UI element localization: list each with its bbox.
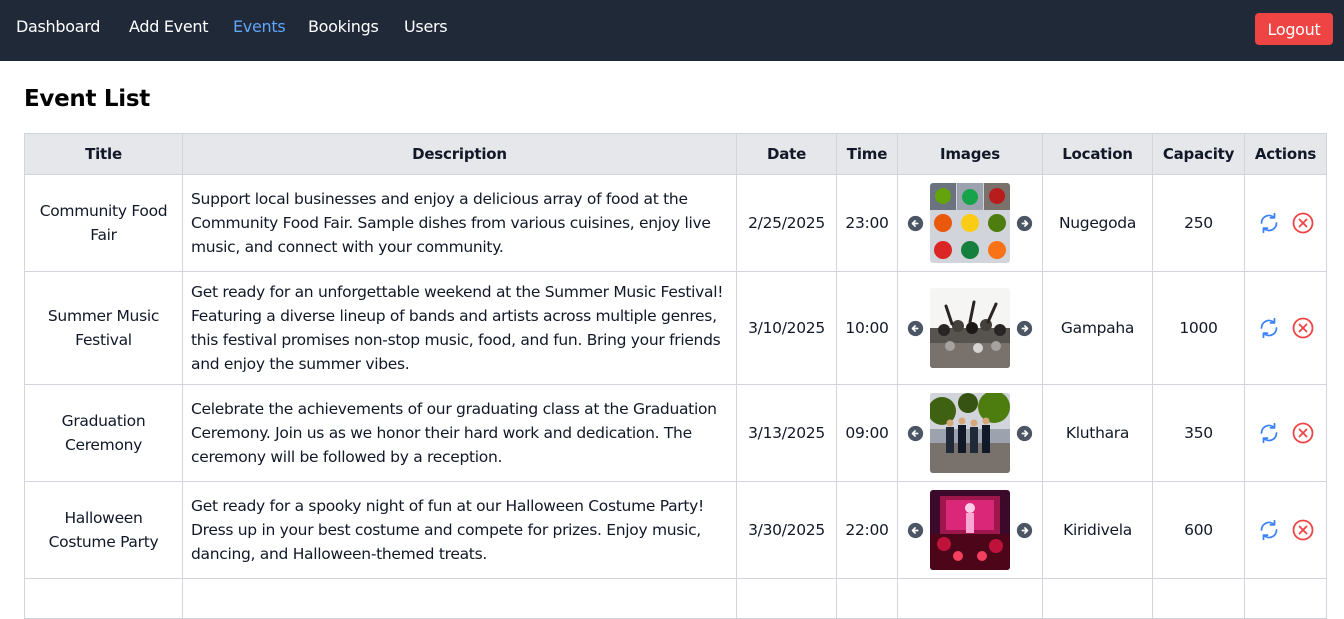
event-description: Get ready for a spooky night of fun at o… (182, 481, 737, 579)
top-navbar: Dashboard Add Event Events Bookings User… (0, 0, 1344, 61)
event-location: Nugegoda (1042, 174, 1153, 272)
image-carousel (898, 490, 1042, 570)
close-circle-icon[interactable] (1291, 316, 1315, 340)
event-actions (1244, 174, 1327, 272)
column-header-description: Description (182, 133, 737, 175)
arrow-right-circle-icon[interactable] (1016, 425, 1033, 442)
image-carousel (898, 183, 1042, 263)
event-title: Halloween Costume Party (24, 481, 183, 579)
event-location: Kluthara (1042, 384, 1153, 482)
event-image-halloween (930, 490, 1010, 570)
refresh-icon[interactable] (1257, 316, 1281, 340)
page-title: Event List (24, 86, 150, 112)
event-time: 10:00 (836, 271, 898, 385)
refresh-icon[interactable] (1257, 211, 1281, 235)
event-capacity: 250 (1152, 174, 1245, 272)
event-location: Kiridivela (1042, 481, 1153, 579)
table-row: Community Food Fair Support local busine… (24, 174, 1327, 272)
nav-link-add-event[interactable]: Add Event (129, 17, 209, 36)
event-description: Celebrate the achievements of our gradua… (182, 384, 737, 482)
column-header-images: Images (897, 133, 1043, 175)
close-circle-icon[interactable] (1291, 421, 1315, 445)
nav-link-dashboard[interactable]: Dashboard (16, 17, 100, 36)
event-image-food-fair (930, 183, 1010, 263)
table-row (24, 578, 1327, 619)
refresh-icon[interactable] (1257, 518, 1281, 542)
event-date: 3/10/2025 (736, 271, 837, 385)
refresh-icon[interactable] (1257, 421, 1281, 445)
column-header-capacity: Capacity (1152, 133, 1245, 175)
table-row: Halloween Costume Party Get ready for a … (24, 481, 1327, 579)
event-capacity: 1000 (1152, 271, 1245, 385)
column-header-time: Time (836, 133, 898, 175)
column-header-date: Date (736, 133, 837, 175)
event-title: Summer Music Festival (24, 271, 183, 385)
arrow-left-circle-icon[interactable] (907, 522, 924, 539)
close-circle-icon[interactable] (1291, 211, 1315, 235)
event-date: 2/25/2025 (736, 174, 837, 272)
table-header-row: Title Description Date Time Images Locat… (24, 133, 1327, 175)
close-circle-icon[interactable] (1291, 518, 1315, 542)
arrow-left-circle-icon[interactable] (907, 215, 924, 232)
event-time: 23:00 (836, 174, 898, 272)
event-images-cell (897, 384, 1043, 482)
arrow-left-circle-icon[interactable] (907, 320, 924, 337)
event-time: 09:00 (836, 384, 898, 482)
column-header-title: Title (24, 133, 183, 175)
event-image-graduation (930, 393, 1010, 473)
column-header-location: Location (1042, 133, 1153, 175)
event-actions (1244, 384, 1327, 482)
event-images-cell (897, 271, 1043, 385)
event-actions (1244, 271, 1327, 385)
nav-link-users[interactable]: Users (404, 17, 448, 36)
nav-link-events[interactable]: Events (233, 17, 286, 36)
arrow-left-circle-icon[interactable] (907, 425, 924, 442)
table-row: Summer Music Festival Get ready for an u… (24, 271, 1327, 385)
table-row: Graduation Ceremony Celebrate the achiev… (24, 384, 1327, 482)
event-images-cell (897, 174, 1043, 272)
event-images-cell (897, 481, 1043, 579)
event-date: 3/30/2025 (736, 481, 837, 579)
nav-link-bookings[interactable]: Bookings (308, 17, 379, 36)
logout-button[interactable]: Logout (1255, 13, 1333, 45)
event-description: Get ready for an unforgettable weekend a… (182, 271, 737, 385)
event-location: Gampaha (1042, 271, 1153, 385)
event-description: Support local businesses and enjoy a del… (182, 174, 737, 272)
event-actions (1244, 481, 1327, 579)
arrow-right-circle-icon[interactable] (1016, 215, 1033, 232)
column-header-actions: Actions (1244, 133, 1327, 175)
event-title: Community Food Fair (24, 174, 183, 272)
event-title: Graduation Ceremony (24, 384, 183, 482)
image-carousel (898, 288, 1042, 368)
image-carousel (898, 393, 1042, 473)
events-table: Title Description Date Time Images Locat… (24, 133, 1327, 619)
event-capacity: 600 (1152, 481, 1245, 579)
event-image-music-festival (930, 288, 1010, 368)
event-capacity: 350 (1152, 384, 1245, 482)
event-time: 22:00 (836, 481, 898, 579)
arrow-right-circle-icon[interactable] (1016, 522, 1033, 539)
event-date: 3/13/2025 (736, 384, 837, 482)
arrow-right-circle-icon[interactable] (1016, 320, 1033, 337)
